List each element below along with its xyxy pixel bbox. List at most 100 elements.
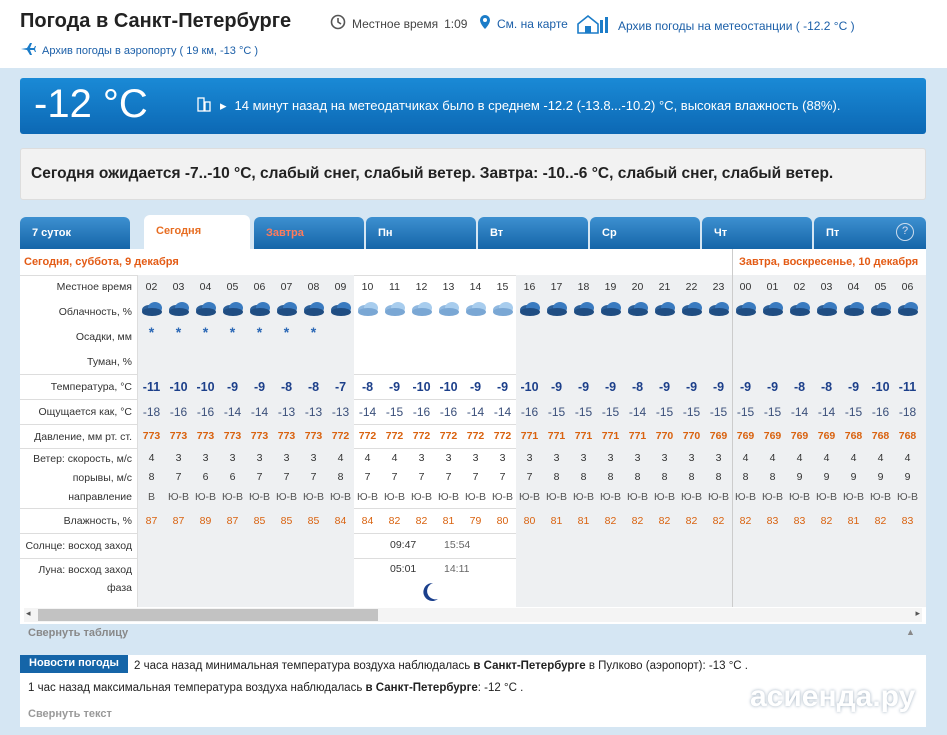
archive-airport-link[interactable]: Архив погоды в аэропорту ( 19 км, -13 °C…	[20, 42, 258, 59]
scroll-left-icon[interactable]: ◂	[26, 608, 31, 619]
feels-cell: -14	[628, 405, 647, 419]
hour-column: 10 -8 -14 772 4 7 Ю-В 84	[354, 249, 381, 607]
cloud-icon	[219, 299, 246, 320]
pressure-cell: 769	[709, 430, 728, 442]
news-tab[interactable]: Новости погоды	[20, 655, 128, 673]
news-line-2-city[interactable]: в Санкт-Петербурге	[366, 682, 478, 694]
gust-cell: 8	[634, 471, 641, 483]
arrow-icon: ▸	[220, 97, 227, 113]
current-details[interactable]: ▸ 14 минут назад на метеодатчиках было в…	[196, 96, 840, 115]
hour-label: 04	[847, 281, 860, 293]
tab-thu[interactable]: Чт	[702, 217, 812, 249]
direction-cell: Ю-В	[572, 491, 595, 503]
precip-cell: *	[283, 324, 290, 340]
humidity-cell: 82	[631, 515, 644, 527]
tab-tue[interactable]: Вт	[478, 217, 588, 249]
gust-cell: 7	[445, 471, 452, 483]
gust-cell: 8	[715, 471, 722, 483]
label-fog: Туман, %	[87, 356, 132, 368]
hourly-table: Сегодня, суббота, 9 декабря Завтра, воск…	[20, 249, 926, 624]
news-line-1-text: 2 часа назад минимальная температура воз…	[134, 660, 474, 672]
help-icon[interactable]: ?	[896, 223, 914, 241]
wind-cell: 3	[715, 452, 722, 464]
hour-column: 03 -8 -14 769 4 9 Ю-В 82	[813, 249, 840, 607]
clock-icon	[330, 14, 346, 33]
scrollbar-thumb[interactable]	[38, 609, 378, 621]
wind-cell: 3	[688, 452, 695, 464]
humidity-cell: 81	[442, 515, 455, 527]
day-tabs: 7 суток Сегодня Завтра Пн Вт Ср Чт Пт ?	[20, 215, 926, 249]
scroll-right-icon[interactable]: ▸	[915, 608, 920, 619]
humidity-cell: 84	[334, 515, 347, 527]
humidity-cell: 87	[145, 515, 158, 527]
collapse-text-link[interactable]: Свернуть текст	[28, 708, 112, 720]
humidity-cell: 79	[469, 515, 482, 527]
tab-today[interactable]: Сегодня	[144, 215, 250, 249]
hour-label: 10	[361, 281, 374, 293]
feels-cell: -14	[790, 405, 809, 419]
feels-cell: -15	[763, 405, 782, 419]
hour-column: 05 * -9 -14 773 3 6 Ю-В 87	[219, 249, 246, 607]
table-scrollbar[interactable]: ◂ ▸	[24, 608, 922, 622]
humidity-cell: 82	[685, 515, 698, 527]
hour-label: 11	[389, 281, 400, 293]
pressure-cell: 770	[655, 430, 674, 442]
gust-cell: 9	[850, 471, 857, 483]
temp-cell: -9	[388, 380, 401, 394]
humidity-cell: 89	[199, 515, 212, 527]
hour-column: 21 -9 -15 770 3 8 Ю-В 82	[651, 249, 678, 607]
gust-cell: 7	[364, 471, 371, 483]
archive-station-link[interactable]: Архив погоды на метеостанции ( -12.2 °C …	[576, 14, 855, 37]
archive-station-text[interactable]: Архив погоды на метеостанции ( -12.2 °C …	[618, 19, 855, 33]
tab-7-days[interactable]: 7 суток	[20, 217, 130, 249]
humidity-cell: 82	[658, 515, 671, 527]
direction-cell: Ю-В	[788, 491, 811, 503]
wind-cell: 4	[364, 452, 371, 464]
pressure-cell: 769	[736, 430, 755, 442]
hour-label: 20	[631, 281, 644, 293]
label-wind: Ветер: скорость, м/с	[33, 453, 132, 465]
direction-cell: Ю-В	[842, 491, 865, 503]
tab-tomorrow[interactable]: Завтра	[254, 217, 364, 249]
map-link[interactable]: См. на карте	[479, 14, 568, 33]
page-header: Погода в Санкт-Петербурге Местное время …	[0, 0, 947, 68]
temp-cell: -10	[169, 380, 188, 394]
collapse-up-icon[interactable]: ▲	[906, 627, 915, 637]
pressure-cell: 773	[169, 430, 188, 442]
hour-label: 13	[442, 281, 455, 293]
direction-cell: Ю-В	[491, 491, 514, 503]
humidity-cell: 83	[793, 515, 806, 527]
temp-cell: -11	[142, 380, 161, 394]
wind-cell: 4	[148, 452, 155, 464]
temp-cell: -9	[577, 380, 590, 394]
news-line-2: 1 час назад максимальная температура воз…	[28, 682, 523, 694]
tab-wed[interactable]: Ср	[590, 217, 700, 249]
precip-cell: *	[310, 324, 317, 340]
news-line-1: 2 часа назад минимальная температура воз…	[134, 660, 748, 672]
gust-cell: 9	[904, 471, 911, 483]
temp-cell: -8	[631, 380, 644, 394]
pressure-cell: 771	[601, 430, 620, 442]
wind-cell: 3	[283, 452, 290, 464]
collapse-table-link[interactable]: Свернуть таблицу	[28, 627, 128, 639]
gust-cell: 6	[202, 471, 209, 483]
hour-column: 19 -9 -15 771 3 8 Ю-В 82	[597, 249, 624, 607]
temp-cell: -10	[439, 380, 458, 394]
hour-column: 07 * -8 -13 773 3 7 Ю-В 85	[273, 249, 300, 607]
tab-mon[interactable]: Пн	[366, 217, 476, 249]
archive-airport-text[interactable]: Архив погоды в аэропорту ( 19 км, -13 °C…	[42, 45, 258, 57]
cloud-icon	[138, 299, 165, 320]
pressure-cell: 769	[790, 430, 809, 442]
hour-label: 21	[658, 281, 671, 293]
pressure-cell: 772	[358, 430, 377, 442]
map-link-text[interactable]: См. на карте	[497, 17, 568, 31]
direction-cell: Ю-В	[545, 491, 568, 503]
news-line-1-city[interactable]: в Санкт-Петербурге	[473, 660, 585, 672]
gust-cell: 8	[607, 471, 614, 483]
humidity-cell: 87	[172, 515, 185, 527]
gust-cell: 6	[229, 471, 236, 483]
pressure-cell: 768	[871, 430, 890, 442]
gust-cell: 8	[742, 471, 749, 483]
humidity-cell: 82	[604, 515, 617, 527]
feels-cell: -15	[682, 405, 701, 419]
